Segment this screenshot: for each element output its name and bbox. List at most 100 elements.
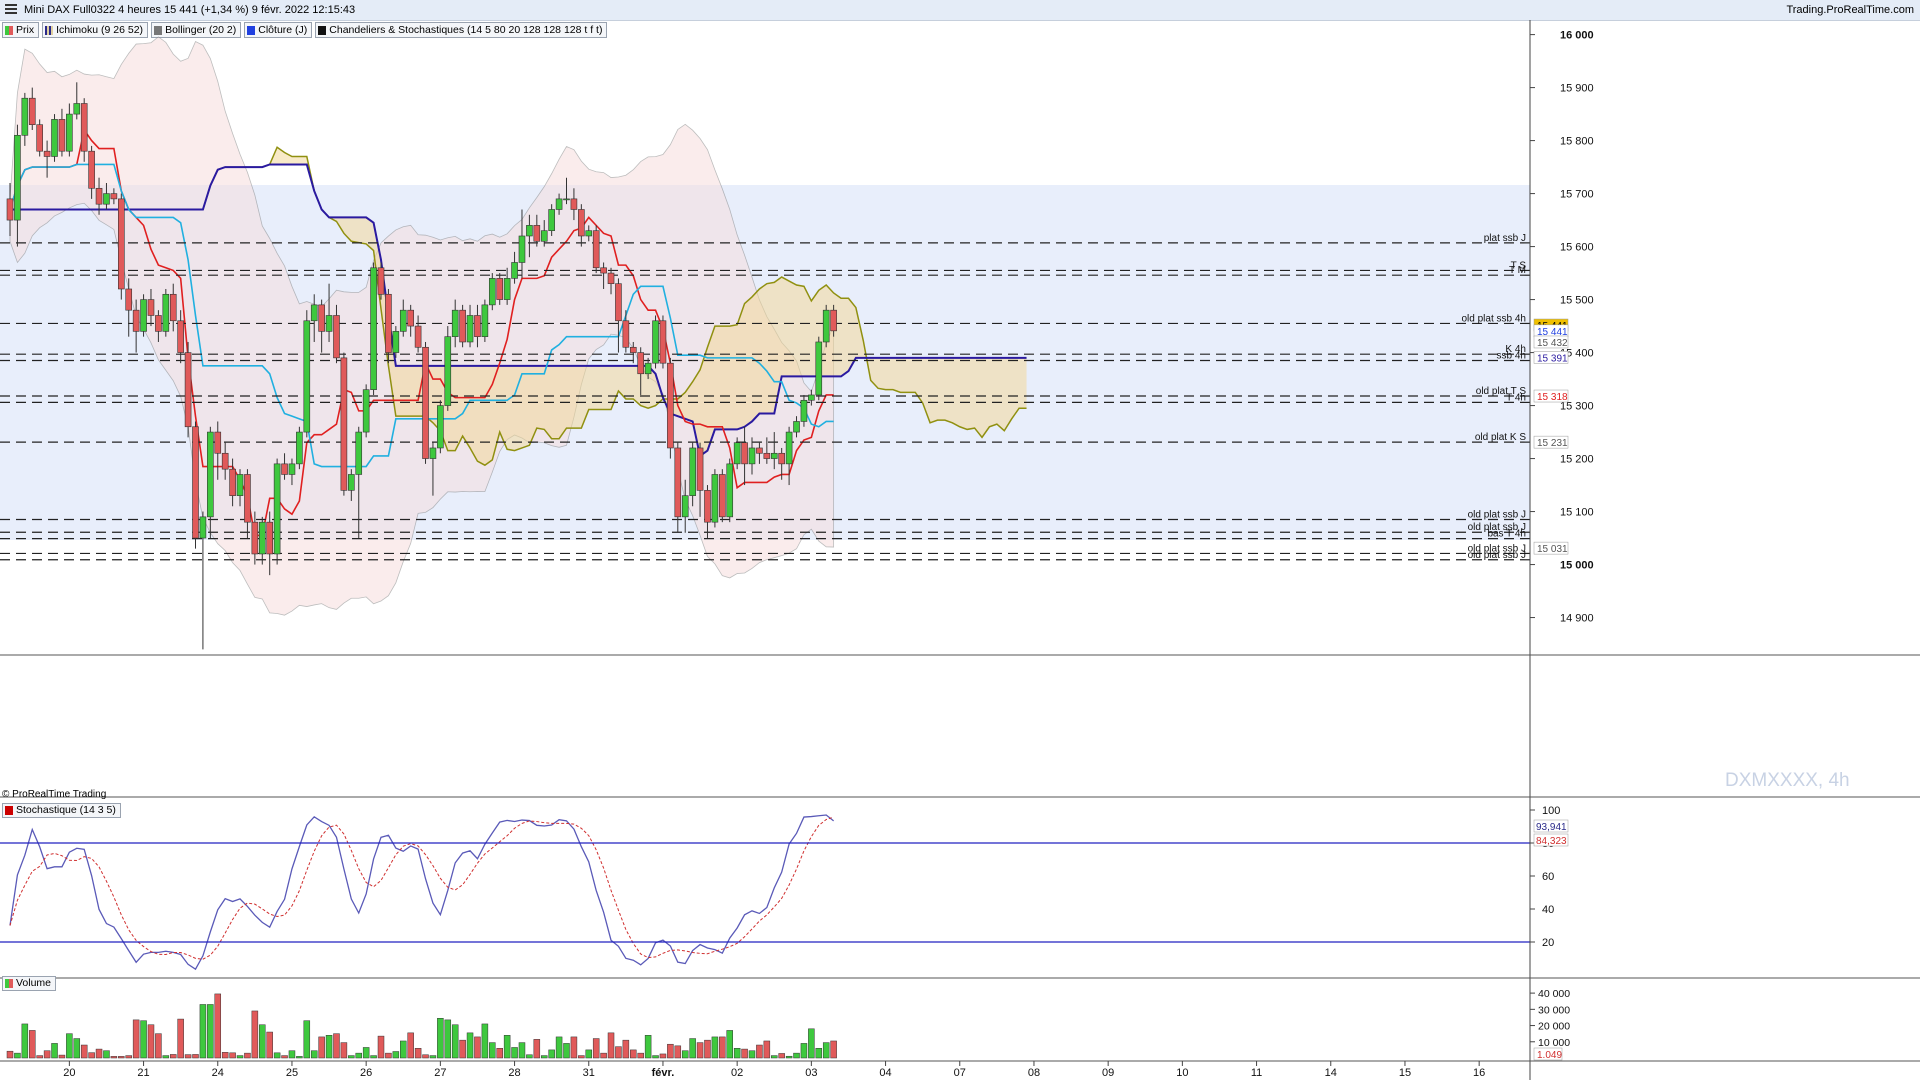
- candle: [659, 320, 667, 364]
- volume-bar: [184, 1054, 192, 1059]
- candle: [600, 267, 607, 274]
- candle: [43, 150, 51, 157]
- volume-bar: [51, 1043, 58, 1059]
- x-tick-label: 24: [212, 1067, 224, 1079]
- volume-bar: [496, 1048, 503, 1059]
- candle: [288, 463, 296, 475]
- x-tick-label: 25: [286, 1067, 298, 1079]
- volume-bar: [726, 1030, 733, 1059]
- stoch-d-line: [9, 816, 834, 960]
- volume-bar: [733, 1048, 741, 1059]
- candle: [563, 198, 570, 201]
- candle: [511, 262, 518, 279]
- candle: [118, 198, 125, 290]
- volume-bar: [251, 1010, 259, 1059]
- volume-bar: [548, 1049, 555, 1059]
- candle: [221, 452, 229, 470]
- volume-bar: [533, 1039, 541, 1059]
- candle: [451, 309, 459, 337]
- volume-bar: [771, 1055, 778, 1059]
- volume-bar: [407, 1032, 414, 1059]
- volume-bar: [741, 1048, 748, 1059]
- volume-bar: [400, 1040, 407, 1059]
- volume-bar: [607, 1032, 615, 1059]
- volume-bar: [310, 1050, 318, 1059]
- volume-bar: [459, 1039, 466, 1059]
- stoch-tag-text: 84,323: [1536, 836, 1567, 847]
- y-tick-label: 14 900: [1560, 613, 1594, 625]
- price-chart[interactable]: plat ssb JT ST Mold plat ssb 4hK 4hssb 4…: [0, 0, 1920, 1080]
- volume-tick-label: 40 000: [1538, 988, 1570, 1000]
- candle: [348, 474, 355, 491]
- stoch-swatch-icon: [5, 806, 13, 815]
- volume-bar: [600, 1052, 607, 1059]
- candle: [95, 187, 103, 205]
- candle: [704, 490, 711, 523]
- level-label: old plat ssb J: [1468, 510, 1526, 521]
- candle: [6, 198, 14, 221]
- volume-bar: [236, 1055, 244, 1059]
- candle: [333, 315, 340, 359]
- volume-bar: [132, 1019, 140, 1059]
- y-tick-label: 15 500: [1560, 295, 1594, 307]
- volume-bar: [229, 1052, 236, 1059]
- candle: [681, 495, 689, 518]
- volume-bar: [36, 1055, 43, 1059]
- x-tick-label: 09: [1102, 1067, 1114, 1079]
- volume-bar: [429, 1055, 437, 1059]
- volume-tick-label: 30 000: [1538, 1004, 1570, 1016]
- volume-bar: [325, 1035, 333, 1059]
- volume-bar: [644, 1035, 652, 1059]
- price-tag-text: 15 432: [1537, 338, 1568, 349]
- candle: [607, 272, 615, 284]
- volume-label[interactable]: Volume: [2, 976, 57, 991]
- candle: [592, 230, 600, 269]
- volume-bar: [43, 1050, 51, 1059]
- volume-bar: [21, 1023, 29, 1059]
- x-tick-label: 20: [63, 1067, 75, 1079]
- volume-tag-text: 1.049: [1537, 1050, 1562, 1061]
- candle: [58, 119, 66, 152]
- stochastic-label[interactable]: Stochastique (14 3 5): [2, 803, 121, 818]
- volume-bar: [667, 1043, 674, 1059]
- volume-bar: [110, 1056, 118, 1059]
- volume-bar: [273, 1052, 281, 1059]
- candle: [629, 346, 637, 353]
- candle: [66, 113, 73, 152]
- volume-bar: [140, 1020, 147, 1059]
- candle: [51, 119, 58, 157]
- volume-bar: [444, 1019, 452, 1059]
- level-label: plat ssb J: [1484, 233, 1526, 244]
- volume-bar: [103, 1050, 110, 1059]
- price-tag-text: 15 031: [1537, 544, 1568, 555]
- volume-bar: [66, 1033, 73, 1059]
- stoch-tick-label: 20: [1542, 937, 1554, 949]
- volume-bar: [674, 1045, 682, 1059]
- volume-bar: [244, 1052, 251, 1059]
- candle: [748, 447, 756, 465]
- candle: [162, 293, 170, 332]
- y-tick-label: 15 600: [1560, 242, 1594, 254]
- candle: [778, 452, 785, 465]
- candle: [503, 278, 511, 300]
- candle: [266, 521, 274, 555]
- volume-bar: [281, 1055, 288, 1059]
- volume-bar: [340, 1042, 348, 1059]
- x-tick-label: 11: [1251, 1067, 1262, 1079]
- volume-bar: [385, 1052, 392, 1059]
- volume-bar: [177, 1018, 184, 1059]
- stoch-k-line: [9, 814, 835, 971]
- candle: [407, 309, 414, 327]
- volume-bar: [221, 1052, 229, 1059]
- volume-bar: [207, 1004, 214, 1059]
- candle: [674, 447, 682, 518]
- candle: [526, 225, 533, 237]
- candle: [303, 320, 311, 433]
- candle: [147, 299, 155, 316]
- candle: [80, 103, 88, 152]
- candle: [318, 304, 325, 332]
- x-tick-label: 08: [1028, 1067, 1040, 1079]
- x-tick-label: 07: [954, 1067, 966, 1079]
- candle: [214, 431, 222, 454]
- volume-bar: [622, 1039, 630, 1059]
